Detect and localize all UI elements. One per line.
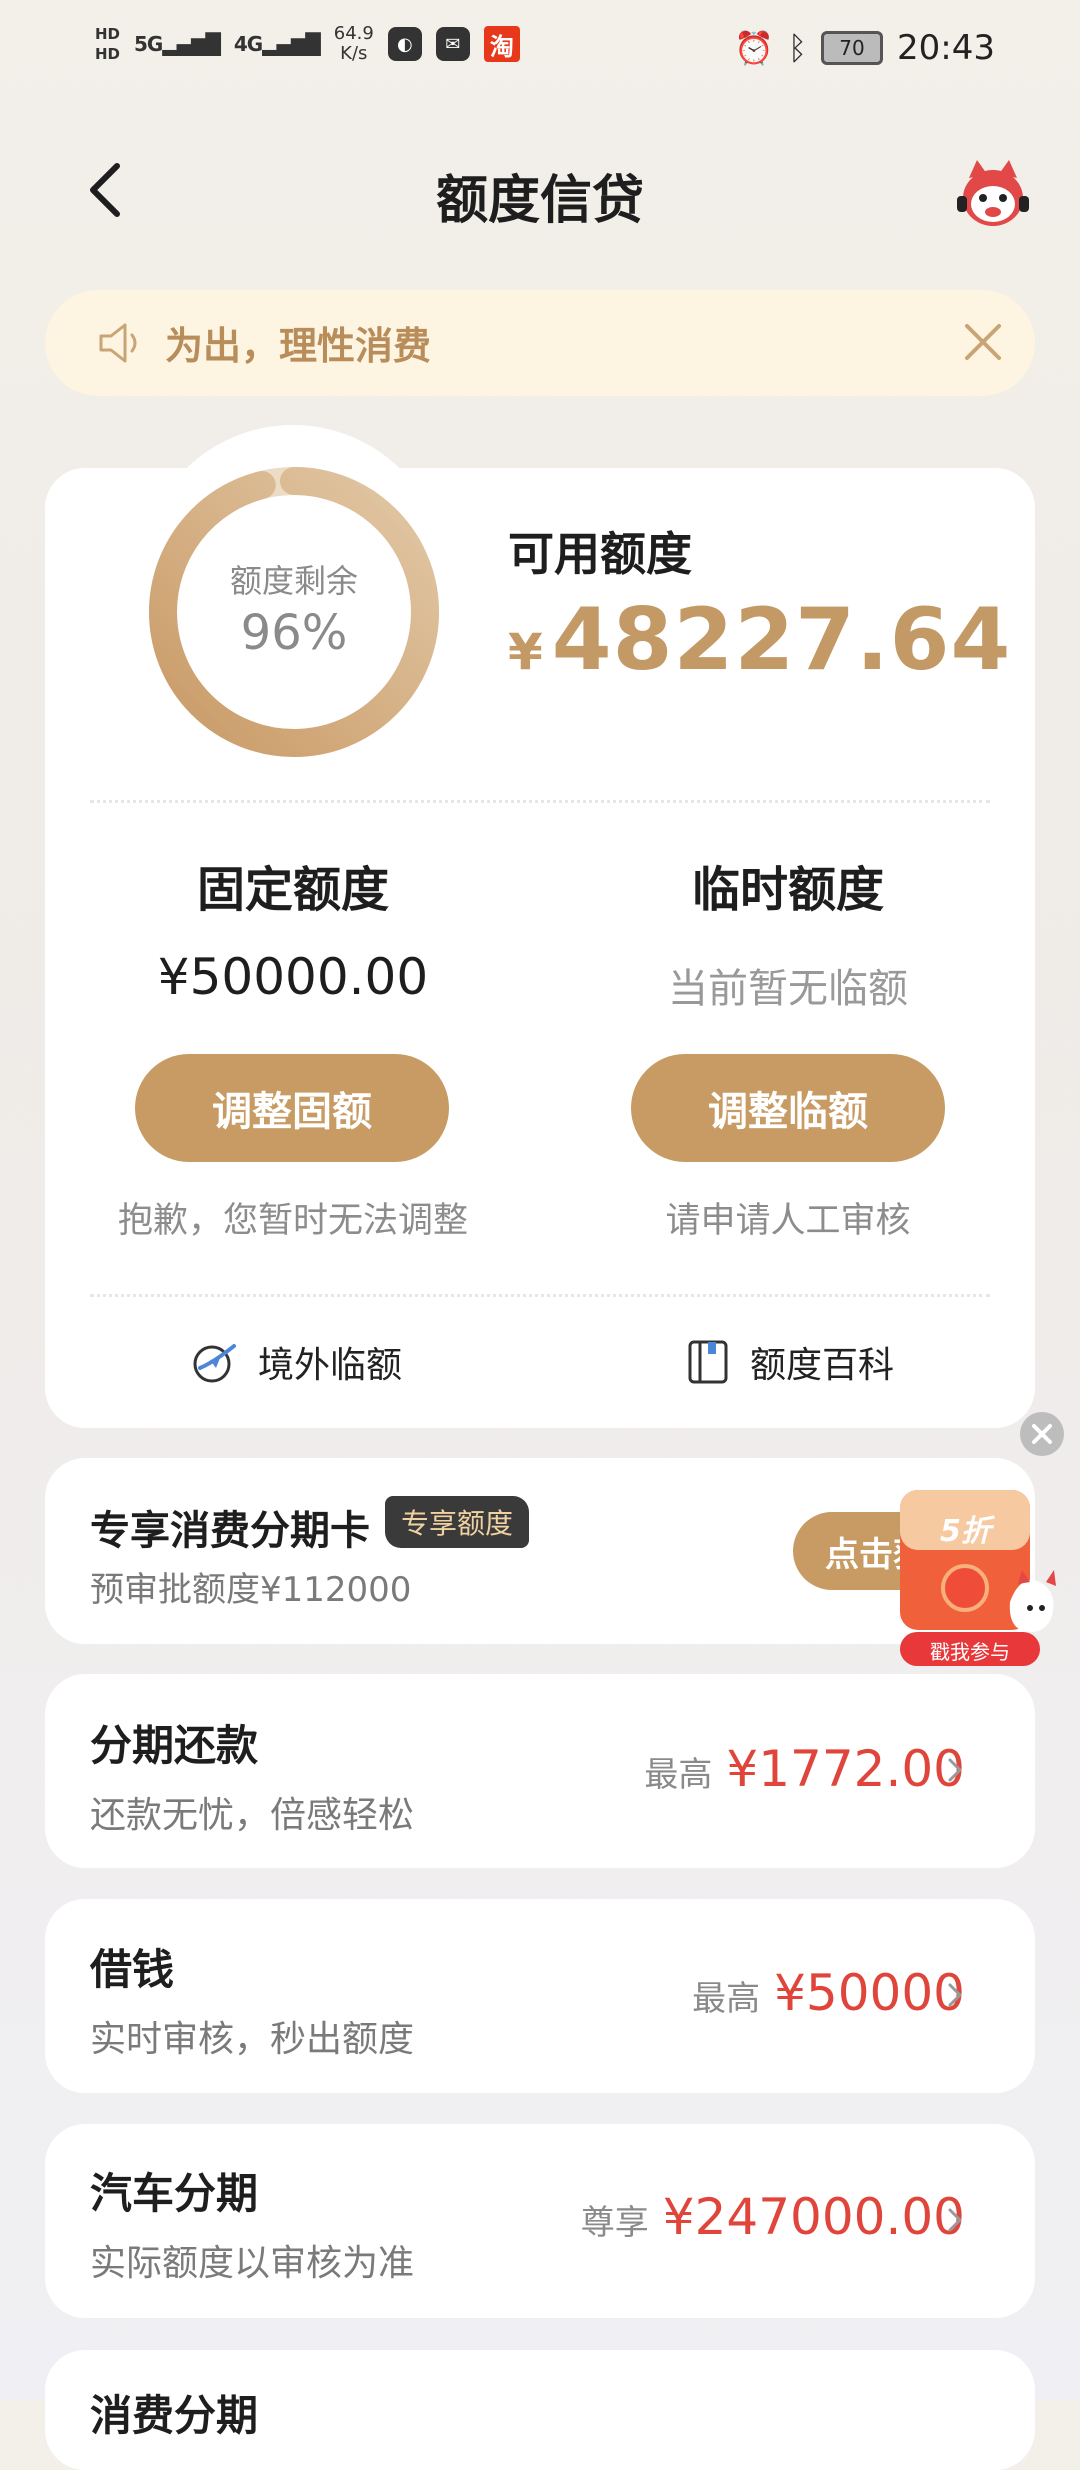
temporary-quota-title: 临时额度 <box>691 862 884 918</box>
app-notification-icon: ◐ <box>387 27 422 61</box>
bluetooth-icon: ᛒ <box>787 29 808 67</box>
promo-close-button[interactable] <box>1020 1412 1064 1456</box>
battery-icon: 70 <box>821 31 884 65</box>
row-amount: ¥1772.00 <box>726 1740 965 1798</box>
signal-4g-label: 4G <box>233 32 263 56</box>
adjust-fixed-quota-button[interactable]: 调整固额 <box>135 1054 449 1162</box>
row-title: 借钱 <box>90 1945 175 1994</box>
overseas-temp-quota-link[interactable]: 境外临额 <box>190 1336 402 1388</box>
row-title: 消费分期 <box>90 2391 259 2440</box>
installment-card-title: 专享消费分期卡 <box>90 1508 370 1554</box>
signal-4g-icon: 4G▂▄▆█ <box>233 32 321 56</box>
page-title: 额度信贷 <box>435 171 644 231</box>
chevron-right-icon <box>940 2200 970 2240</box>
remaining-label: 额度剩余 <box>229 562 358 600</box>
notice-text: 为出，理性消费 <box>165 324 432 368</box>
currency-symbol: ¥ <box>508 623 544 681</box>
row-title: 分期还款 <box>90 1721 259 1770</box>
globe-plane-icon <box>193 1344 236 1383</box>
available-quota-label: 可用额度 <box>508 527 692 581</box>
divider <box>90 1294 990 1297</box>
quota-wiki-link[interactable]: 额度百科 <box>686 1336 894 1388</box>
promo-button-label: 戳我参与 <box>930 1640 1010 1664</box>
temporary-quota-value: 当前暂无临额 <box>668 966 908 1012</box>
available-amount-value: 48227.64 <box>551 590 1012 690</box>
row-amount-prefix: 最高 <box>692 1979 761 2019</box>
notice-close-button[interactable] <box>955 314 1011 370</box>
chevron-right-icon <box>940 1750 970 1790</box>
overseas-link-label: 境外临额 <box>258 1345 403 1386</box>
installment-card-subtitle: 预审批额度¥112000 <box>90 1570 412 1610</box>
remaining-percent: 96% <box>240 605 348 661</box>
close-icon <box>1032 1424 1052 1444</box>
row-subtitle: 实时审核，秒出额度 <box>90 2019 415 2060</box>
signal-5g-icon: 5G▂▄▆█ <box>134 32 221 56</box>
customer-service-mascot-icon[interactable] <box>955 158 1031 234</box>
row-amount: ¥247000.00 <box>662 2188 965 2246</box>
hd1-label: HD <box>95 25 121 43</box>
alarm-icon: ⏰ <box>733 29 774 67</box>
row-amount-prefix: 最高 <box>644 1755 713 1795</box>
row-amount: ¥50000 <box>774 1964 965 2022</box>
hd2-label: HD <box>95 45 121 63</box>
network-speed-unit: K/s <box>340 43 368 64</box>
row-amount-group: 最高 ¥50000 <box>692 1964 965 2022</box>
signal-5g-label: 5G <box>134 32 163 56</box>
taobao-icon: 淘 <box>483 26 520 62</box>
row-title: 汽车分期 <box>90 2169 259 2218</box>
row-amount-prefix: 尊享 <box>580 2203 649 2243</box>
divider <box>90 800 990 803</box>
row-subtitle: 还款无忧，倍感轻松 <box>90 1795 415 1836</box>
adjust-temporary-quota-button[interactable]: 调整临额 <box>631 1054 945 1162</box>
clock: 20:43 <box>897 28 995 68</box>
exclusive-quota-badge: 专享额度 <box>385 1496 530 1548</box>
book-icon <box>688 1340 728 1384</box>
row-subtitle: 实际额度以审核为准 <box>90 2243 415 2284</box>
hd-indicator: HD HD <box>95 24 120 64</box>
promo-red-packet[interactable]: 5折 戳我参与 <box>870 1480 1070 1670</box>
fixed-quota-title: 固定额度 <box>196 862 389 918</box>
network-speed: 64.9 K/s <box>334 24 374 64</box>
row-amount-group: 尊享 ¥247000.00 <box>581 2188 965 2246</box>
status-right: ⏰ ᛒ 70 20:43 <box>734 28 995 68</box>
status-bar: HD HD 5G▂▄▆█ 4G▂▄▆█ 64.9 K/s ◐ ✉ 淘 ⏰ ᛒ 7… <box>0 0 1080 110</box>
close-icon <box>965 324 1001 360</box>
notice-banner: 为出，理性消费 <box>45 290 1035 396</box>
wechat-icon: ✉ <box>435 27 470 61</box>
available-quota-amount: ¥48227.64 <box>508 590 1011 690</box>
promo-discount: 5折 <box>940 1514 991 1549</box>
speaker-icon <box>95 318 145 368</box>
fixed-quota-hint: 抱歉，您暂时无法调整 <box>117 1201 468 1241</box>
fixed-quota-value: ¥50000.00 <box>157 948 429 1006</box>
temporary-quota-hint: 请申请人工审核 <box>665 1201 911 1241</box>
status-left: HD HD 5G▂▄▆█ 4G▂▄▆█ 64.9 K/s ◐ ✉ 淘 <box>95 24 520 64</box>
network-speed-value: 64.9 <box>333 23 374 44</box>
chevron-right-icon <box>940 1975 970 2015</box>
row-amount-group: 最高 ¥1772.00 <box>644 1740 965 1798</box>
wiki-link-label: 额度百科 <box>750 1345 895 1386</box>
